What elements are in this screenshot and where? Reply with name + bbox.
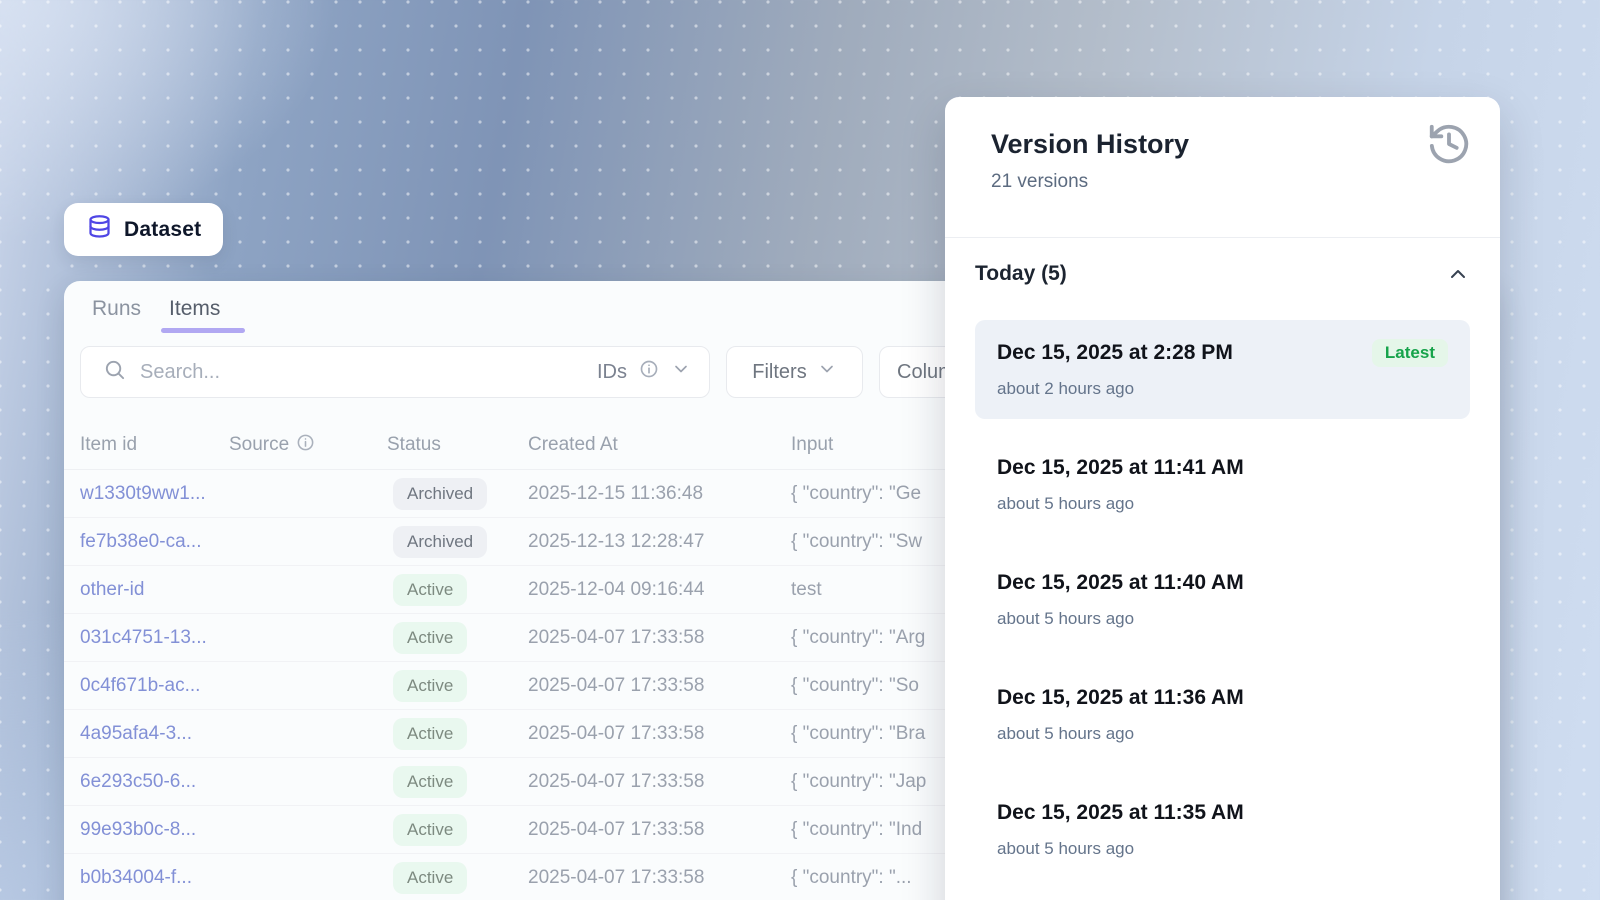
- version-entry[interactable]: Dec 15, 2025 at 2:28 PM Latest about 2 h…: [975, 320, 1470, 419]
- created-at-cell: 2025-12-04 09:16:44: [528, 579, 791, 601]
- status-cell: Active: [387, 622, 528, 654]
- created-at-cell: 2025-04-07 17:33:58: [528, 771, 791, 793]
- search-input[interactable]: [140, 361, 583, 384]
- version-entry[interactable]: Dec 15, 2025 at 11:36 AM Latest about 5 …: [975, 665, 1470, 764]
- info-icon[interactable]: [296, 433, 315, 458]
- version-list: Dec 15, 2025 at 2:28 PM Latest about 2 h…: [945, 286, 1500, 900]
- search-box: IDs: [80, 346, 710, 398]
- version-relative-time: about 5 hours ago: [997, 837, 1448, 861]
- version-entry[interactable]: Dec 15, 2025 at 11:35 AM Latest about 5 …: [975, 780, 1470, 879]
- status-badge: Active: [393, 574, 467, 606]
- status-badge: Active: [393, 766, 467, 798]
- status-badge: Active: [393, 622, 467, 654]
- created-at-cell: 2025-04-07 17:33:58: [528, 819, 791, 841]
- history-clock-icon: [1426, 121, 1472, 172]
- status-badge: Active: [393, 718, 467, 750]
- status-cell: Active: [387, 814, 528, 846]
- today-section-label: Today (5): [975, 262, 1067, 286]
- version-entry-top: Dec 15, 2025 at 11:41 AM Latest: [997, 453, 1448, 483]
- ids-dropdown[interactable]: IDs: [597, 359, 691, 385]
- status-cell: Active: [387, 718, 528, 750]
- item-id-link[interactable]: other-id: [80, 579, 229, 601]
- version-entry-top: Dec 15, 2025 at 11:35 AM Latest: [997, 798, 1448, 828]
- filters-button[interactable]: Filters: [726, 346, 863, 398]
- status-cell: Active: [387, 670, 528, 702]
- version-history-panel: Version History 21 versions Today (5) De…: [945, 97, 1500, 900]
- today-section-header: Today (5): [945, 238, 1500, 286]
- item-id-link[interactable]: 4a95afa4-3...: [80, 723, 229, 745]
- info-icon[interactable]: [639, 359, 659, 385]
- item-id-link[interactable]: 99e93b0c-8...: [80, 819, 229, 841]
- status-badge: Archived: [393, 526, 487, 558]
- created-at-cell: 2025-12-15 11:36:48: [528, 483, 791, 505]
- version-date: Dec 15, 2025 at 11:36 AM: [997, 683, 1244, 713]
- status-cell: Archived: [387, 478, 528, 510]
- version-relative-time: about 5 hours ago: [997, 722, 1448, 746]
- status-badge: Archived: [393, 478, 487, 510]
- column-header-item-id: Item id: [80, 434, 229, 456]
- column-header-source: Source: [229, 433, 387, 458]
- chevron-down-icon: [817, 359, 837, 385]
- created-at-cell: 2025-04-07 17:33:58: [528, 675, 791, 697]
- version-date: Dec 15, 2025 at 11:35 AM: [997, 798, 1244, 828]
- version-relative-time: about 5 hours ago: [997, 607, 1448, 631]
- status-badge: Active: [393, 670, 467, 702]
- dataset-badge: Dataset: [64, 203, 223, 256]
- item-id-link[interactable]: 6e293c50-6...: [80, 771, 229, 793]
- column-header-created-at: Created At: [528, 434, 791, 456]
- status-badge: Active: [393, 862, 467, 894]
- database-icon: [86, 214, 113, 246]
- version-entry-top: Dec 15, 2025 at 2:28 PM Latest: [997, 338, 1448, 368]
- version-history-header: Version History 21 versions: [945, 97, 1500, 238]
- chevron-down-icon: [671, 359, 691, 385]
- version-entry[interactable]: Dec 15, 2025 at 11:40 AM Latest about 5 …: [975, 550, 1470, 649]
- version-entry[interactable]: Dec 15, 2025 at 11:41 AM Latest about 5 …: [975, 435, 1470, 534]
- column-header-source-label: Source: [229, 434, 289, 456]
- search-icon: [103, 358, 126, 386]
- latest-badge: Latest: [1372, 339, 1448, 367]
- version-date: Dec 15, 2025 at 2:28 PM: [997, 338, 1233, 368]
- version-count: 21 versions: [991, 169, 1454, 195]
- version-entry-top: Dec 15, 2025 at 11:40 AM Latest: [997, 568, 1448, 598]
- filters-button-label: Filters: [752, 361, 806, 384]
- version-date: Dec 15, 2025 at 11:40 AM: [997, 568, 1244, 598]
- created-at-cell: 2025-04-07 17:33:58: [528, 867, 791, 889]
- status-cell: Archived: [387, 526, 528, 558]
- chevron-up-icon[interactable]: [1446, 262, 1470, 286]
- ids-dropdown-label: IDs: [597, 361, 627, 384]
- status-cell: Active: [387, 862, 528, 894]
- item-id-link[interactable]: w1330t9ww1...: [80, 483, 229, 505]
- created-at-cell: 2025-12-13 12:28:47: [528, 531, 791, 553]
- item-id-link[interactable]: 031c4751-13...: [80, 627, 229, 649]
- tab[interactable]: Runs: [92, 297, 141, 333]
- version-relative-time: about 2 hours ago: [997, 377, 1448, 401]
- dataset-badge-label: Dataset: [124, 218, 201, 242]
- tab[interactable]: Items: [169, 297, 220, 333]
- item-id-link[interactable]: fe7b38e0-ca...: [80, 531, 229, 553]
- version-relative-time: about 5 hours ago: [997, 492, 1448, 516]
- status-badge: Active: [393, 814, 467, 846]
- item-id-link[interactable]: 0c4f671b-ac...: [80, 675, 229, 697]
- version-date: Dec 15, 2025 at 11:41 AM: [997, 453, 1244, 483]
- column-header-status: Status: [387, 434, 528, 456]
- item-id-link[interactable]: b0b34004-f...: [80, 867, 229, 889]
- version-entry-top: Dec 15, 2025 at 11:36 AM Latest: [997, 683, 1448, 713]
- status-cell: Active: [387, 574, 528, 606]
- created-at-cell: 2025-04-07 17:33:58: [528, 627, 791, 649]
- status-cell: Active: [387, 766, 528, 798]
- version-history-title: Version History: [991, 127, 1454, 161]
- created-at-cell: 2025-04-07 17:33:58: [528, 723, 791, 745]
